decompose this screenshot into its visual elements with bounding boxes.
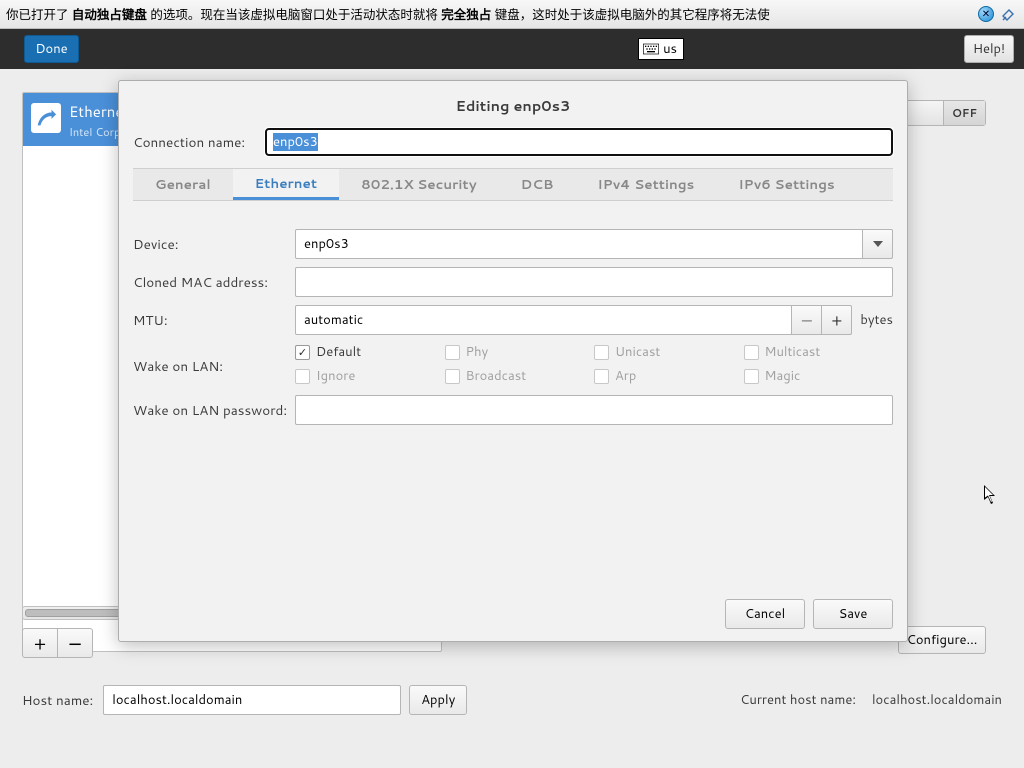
mtu-value: automatic: [295, 305, 792, 335]
tab-ipv6-settings[interactable]: IPv6 Settings: [716, 169, 856, 200]
mtu-minus-button[interactable]: −: [792, 305, 822, 335]
mtu-spin[interactable]: automatic − +: [295, 305, 852, 335]
chevron-down-icon[interactable]: [863, 229, 893, 259]
wol-unicast-checkbox: Unicast: [594, 343, 744, 361]
hostname-apply-button[interactable]: Apply: [409, 685, 467, 715]
installer-header: Done us Help!: [0, 29, 1024, 69]
ethernet-icon: [31, 103, 61, 133]
current-hostname-value: localhost.localdomain: [872, 691, 1002, 709]
tab-802-1x-security[interactable]: 802.1X Security: [339, 169, 499, 200]
configure-button[interactable]: Configure...: [898, 626, 986, 654]
current-hostname-label: Current host name:: [740, 691, 856, 709]
mtu-plus-button[interactable]: +: [822, 305, 852, 335]
mtu-unit: bytes: [860, 311, 893, 329]
wol-label: Wake on LAN:: [133, 343, 295, 376]
vm-pin-icon[interactable]: [1000, 5, 1018, 23]
keyboard-icon: [643, 43, 659, 55]
vm-capture-bar: 你已打开了 自动独占键盘 的选项。现在当该虚拟电脑窗口处于活动状态时就将 完全独…: [0, 0, 1024, 29]
wol-password-label: Wake on LAN password:: [133, 401, 295, 420]
wol-password-input[interactable]: [295, 395, 893, 425]
wol-broadcast-checkbox: Broadcast: [445, 367, 595, 385]
hostname-row: Host name: Apply Current host name: loca…: [22, 682, 1002, 718]
cancel-button[interactable]: Cancel: [725, 599, 805, 629]
add-connection-button[interactable]: +: [22, 628, 58, 658]
help-button[interactable]: Help!: [964, 35, 1014, 63]
device-label: Device:: [133, 235, 295, 254]
wol-magic-checkbox: Magic: [744, 367, 894, 385]
dialog-tabs: General Ethernet 802.1X Security DCB IPv…: [133, 168, 893, 201]
keyboard-layout-indicator[interactable]: us: [638, 38, 684, 60]
cloned-mac-input[interactable]: [295, 267, 893, 297]
hostname-input[interactable]: [103, 685, 401, 715]
tab-general[interactable]: General: [133, 169, 233, 200]
hostname-label: Host name:: [22, 691, 93, 710]
connection-name-input[interactable]: [265, 128, 893, 156]
mtu-label: MTU:: [133, 311, 295, 330]
device-combo[interactable]: enp0s3: [295, 229, 893, 259]
connection-name-label: Connection name:: [133, 133, 265, 152]
connection-toggle-label: OFF: [943, 101, 985, 125]
device-combo-value: enp0s3: [295, 229, 863, 259]
save-button[interactable]: Save: [813, 599, 893, 629]
cloned-mac-label: Cloned MAC address:: [133, 273, 295, 292]
wol-arp-checkbox: Arp: [594, 367, 744, 385]
tab-dcb[interactable]: DCB: [499, 169, 576, 200]
wol-multicast-checkbox: Multicast: [744, 343, 894, 361]
done-button[interactable]: Done: [24, 35, 79, 63]
tab-ipv4-settings[interactable]: IPv4 Settings: [575, 169, 716, 200]
vm-close-icon[interactable]: ✕: [978, 6, 994, 22]
wol-phy-checkbox: Phy: [445, 343, 595, 361]
vm-capture-message: 你已打开了 自动独占键盘 的选项。现在当该虚拟电脑窗口处于活动状态时就将 完全独…: [6, 4, 972, 24]
wol-ignore-checkbox: Ignore: [295, 367, 445, 385]
tab-ethernet[interactable]: Ethernet: [233, 169, 339, 200]
wol-default-checkbox[interactable]: Default: [295, 343, 445, 361]
edit-connection-dialog: Editing enp0s3 Connection name: General …: [118, 80, 908, 642]
dialog-title: Editing enp0s3: [119, 81, 907, 128]
connection-toggle[interactable]: OFF: [901, 100, 986, 126]
keyboard-layout-label: us: [663, 40, 677, 58]
remove-connection-button[interactable]: −: [57, 628, 93, 658]
